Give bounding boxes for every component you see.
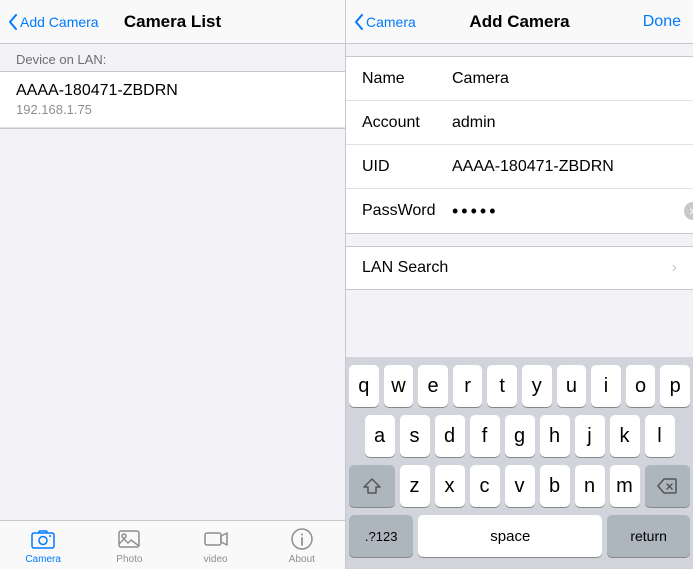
lan-search-row[interactable]: LAN Search › bbox=[346, 246, 693, 290]
account-label: Account bbox=[362, 114, 452, 132]
key-b[interactable]: b bbox=[540, 465, 570, 507]
space-key[interactable]: space bbox=[418, 515, 602, 557]
tab-camera-label: Camera bbox=[25, 554, 61, 565]
key-q[interactable]: q bbox=[349, 365, 379, 407]
tab-camera[interactable]: Camera bbox=[0, 526, 86, 565]
left-back-button[interactable]: Add Camera bbox=[8, 14, 99, 30]
keyboard-row-2: a s d f g h j k l bbox=[349, 415, 690, 457]
key-t[interactable]: t bbox=[487, 365, 517, 407]
done-button[interactable]: Done bbox=[643, 13, 681, 31]
uid-value: AAAA-180471-ZBDRN bbox=[452, 158, 677, 176]
key-g[interactable]: g bbox=[505, 415, 535, 457]
keyboard-row-1: q w e r t y u i o p bbox=[349, 365, 690, 407]
right-back-label: Camera bbox=[366, 14, 416, 30]
key-k[interactable]: k bbox=[610, 415, 640, 457]
key-j[interactable]: j bbox=[575, 415, 605, 457]
password-input[interactable] bbox=[452, 201, 684, 222]
key-n[interactable]: n bbox=[575, 465, 605, 507]
name-row: Name Camera bbox=[346, 57, 693, 101]
right-nav-bar: Camera Add Camera Done bbox=[346, 0, 693, 44]
name-label: Name bbox=[362, 70, 452, 88]
key-c[interactable]: c bbox=[470, 465, 500, 507]
device-item[interactable]: AAAA-180471-ZBDRN 192.168.1.75 bbox=[0, 72, 345, 128]
key-v[interactable]: v bbox=[505, 465, 535, 507]
photo-icon bbox=[116, 526, 142, 552]
uid-label: UID bbox=[362, 158, 452, 176]
device-list: AAAA-180471-ZBDRN 192.168.1.75 bbox=[0, 71, 345, 129]
name-value: Camera bbox=[452, 70, 677, 88]
key-f[interactable]: f bbox=[470, 415, 500, 457]
lan-chevron-icon: › bbox=[672, 259, 677, 277]
camera-icon bbox=[30, 526, 56, 552]
key-i[interactable]: i bbox=[591, 365, 621, 407]
key-m[interactable]: m bbox=[610, 465, 640, 507]
keyboard: q w e r t y u i o p a s d f g h j k l bbox=[346, 357, 693, 569]
key-o[interactable]: o bbox=[626, 365, 656, 407]
left-nav-title: Camera List bbox=[124, 12, 221, 32]
add-camera-form: Name Camera Account admin UID AAAA-18047… bbox=[346, 56, 693, 234]
tab-about-label: About bbox=[289, 554, 315, 565]
return-key[interactable]: return bbox=[607, 515, 690, 557]
tab-about[interactable]: About bbox=[259, 526, 345, 565]
tab-photo[interactable]: Photo bbox=[86, 526, 172, 565]
tab-video[interactable]: video bbox=[173, 526, 259, 565]
tab-photo-label: Photo bbox=[116, 554, 142, 565]
video-icon bbox=[203, 526, 229, 552]
key-r[interactable]: r bbox=[453, 365, 483, 407]
keyboard-row-3: z x c v b n m bbox=[349, 465, 690, 507]
key-z[interactable]: z bbox=[400, 465, 430, 507]
password-row: PassWord bbox=[346, 189, 693, 233]
key-l[interactable]: l bbox=[645, 415, 675, 457]
key-e[interactable]: e bbox=[418, 365, 448, 407]
left-nav-bar: Add Camera Camera List bbox=[0, 0, 345, 44]
key-w[interactable]: w bbox=[384, 365, 414, 407]
backspace-key[interactable] bbox=[645, 465, 691, 507]
key-a[interactable]: a bbox=[365, 415, 395, 457]
left-panel: Add Camera Camera List Device on LAN: AA… bbox=[0, 0, 346, 569]
device-ip: 192.168.1.75 bbox=[16, 102, 329, 117]
right-nav-title: Add Camera bbox=[469, 12, 569, 32]
lan-search-label: LAN Search bbox=[362, 259, 672, 277]
key-h[interactable]: h bbox=[540, 415, 570, 457]
uid-row: UID AAAA-180471-ZBDRN bbox=[346, 145, 693, 189]
about-icon bbox=[289, 526, 315, 552]
backspace-icon bbox=[657, 478, 677, 494]
device-name: AAAA-180471-ZBDRN bbox=[16, 82, 329, 100]
tab-video-label: video bbox=[204, 554, 228, 565]
key-p[interactable]: p bbox=[660, 365, 690, 407]
key-y[interactable]: y bbox=[522, 365, 552, 407]
password-label: PassWord bbox=[362, 202, 452, 220]
shift-key[interactable] bbox=[349, 465, 395, 507]
account-value: admin bbox=[452, 114, 677, 132]
right-panel: Camera Add Camera Done Name Camera Accou… bbox=[346, 0, 693, 569]
key-u[interactable]: u bbox=[557, 365, 587, 407]
key-x[interactable]: x bbox=[435, 465, 465, 507]
numbers-key[interactable]: .?123 bbox=[349, 515, 413, 557]
account-row: Account admin bbox=[346, 101, 693, 145]
key-s[interactable]: s bbox=[400, 415, 430, 457]
left-back-label: Add Camera bbox=[20, 14, 99, 30]
keyboard-row-bottom: .?123 space return bbox=[349, 515, 690, 557]
right-back-button[interactable]: Camera bbox=[354, 14, 416, 30]
key-d[interactable]: d bbox=[435, 415, 465, 457]
section-header: Device on LAN: bbox=[0, 44, 345, 71]
clear-password-button[interactable] bbox=[684, 202, 693, 220]
tab-bar: Camera Photo video Abou bbox=[0, 520, 345, 569]
shift-icon bbox=[363, 478, 381, 494]
